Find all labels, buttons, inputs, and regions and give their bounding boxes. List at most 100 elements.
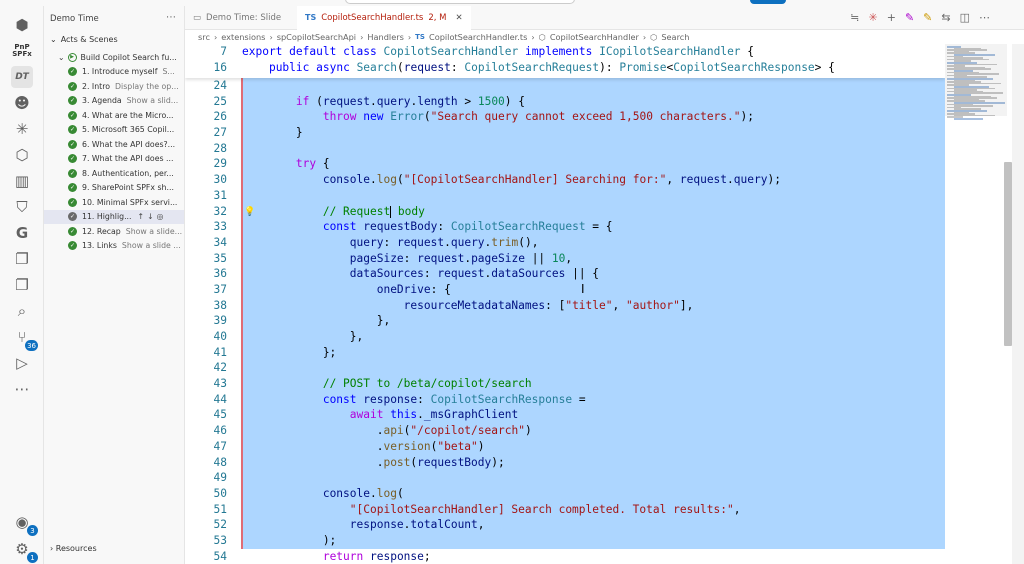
close-icon[interactable]: ✕: [456, 13, 463, 23]
manage-gear-icon[interactable]: ⚙ 1: [11, 538, 38, 563]
minimap[interactable]: [945, 44, 1007, 564]
files-icon[interactable]: ❐: [11, 248, 33, 270]
explorer-icon[interactable]: ❐: [11, 274, 33, 296]
scene-item[interactable]: ✓ 5. Microsoft 365 Copil...: [44, 123, 184, 138]
acts-scenes-section[interactable]: ⌄ Acts & Scenes: [50, 35, 118, 44]
demo-time-icon[interactable]: DT: [11, 66, 33, 88]
scene-title: 13. Links: [82, 241, 117, 251]
line-number: 29: [213, 157, 227, 171]
line-number: 7: [220, 45, 227, 58]
breadcrumb-item[interactable]: src: [198, 32, 210, 42]
update-button[interactable]: [750, 0, 786, 4]
accounts-icon[interactable]: ◉ 3: [11, 511, 38, 536]
code-line: 7 export default class CopilotSearchHandl…: [185, 44, 945, 60]
lightbulb-icon[interactable]: 💡: [244, 207, 255, 217]
line-number: 54: [213, 549, 227, 563]
sparkle-action-icon[interactable]: ✳: [869, 11, 878, 24]
minimap-viewport[interactable]: [945, 44, 1007, 116]
breadcrumb-item[interactable]: spCopilotSearchApi: [277, 32, 356, 42]
scene-title: 8. Authentication, per...: [82, 168, 174, 178]
line-number: 25: [213, 94, 227, 108]
line-number: 48: [213, 455, 227, 469]
line-number: 47: [213, 439, 227, 453]
breadcrumb-item[interactable]: Search: [661, 32, 689, 42]
tab-copilot-search-handler[interactable]: TS CopilotSearchHandler.ts 2, M ✕: [297, 6, 471, 30]
resources-section[interactable]: › Resources: [50, 544, 97, 553]
search-icon[interactable]: ⌕: [11, 300, 33, 322]
highlight-icon[interactable]: ✎: [923, 11, 932, 24]
scene-item[interactable]: ✓ 1. Introduce myself S...: [44, 65, 184, 80]
scene-item[interactable]: ✓ 2. Intro Display the op...: [44, 79, 184, 94]
scene-item[interactable]: ✓ 12. Recap Show a slide...: [44, 224, 184, 239]
more-icon[interactable]: ⋯: [11, 378, 33, 400]
check-circle-icon: ✓: [68, 81, 77, 91]
line-number: 27: [213, 126, 227, 140]
compare-icon[interactable]: ⇆: [941, 11, 950, 24]
code-line: 34 query: request.query.trim(),: [185, 234, 945, 251]
breadcrumb-item[interactable]: extensions: [221, 32, 265, 42]
sparkle-icon[interactable]: ✳: [11, 118, 33, 140]
line-text: }: [242, 126, 303, 140]
extensions-cube-icon[interactable]: ⬡: [11, 144, 33, 166]
vscode-logo-icon[interactable]: ⬢: [11, 14, 33, 36]
code-line: 45 await this._msGraphClient: [185, 407, 945, 424]
code-line: 31: [185, 187, 945, 204]
line-number: 43: [213, 377, 227, 391]
shield-icon[interactable]: ⛉: [11, 196, 33, 218]
pen-icon[interactable]: ✎: [905, 11, 914, 24]
code-editor[interactable]: 7 export default class CopilotSearchHandl…: [185, 44, 945, 564]
code-line: 41 };: [185, 344, 945, 361]
scene-item[interactable]: ✓ 6. What the API does?...: [44, 137, 184, 152]
source-control-icon[interactable]: ⑂ 36: [11, 326, 38, 351]
selection-highlight: [242, 125, 945, 141]
arrow-up-icon[interactable]: ↑: [138, 212, 148, 221]
scene-item[interactable]: ✓ 7. What the API does ...: [44, 152, 184, 167]
line-text: pageSize: request.pageSize || 10,: [349, 251, 573, 265]
code-lines: 24 25 if (request.query.length > 1500) {2…: [185, 78, 945, 564]
line-text: },: [242, 314, 391, 328]
command-center-search[interactable]: [345, 0, 575, 4]
line-text: public async Search(request: CopilotSear…: [268, 61, 835, 74]
add-icon[interactable]: +: [887, 11, 896, 24]
tab-demo-time-slide[interactable]: ▭ Demo Time: Slide: [185, 6, 289, 30]
code-line: 37 oneDrive: {: [185, 281, 945, 298]
minimap-line: [954, 118, 983, 120]
copilot-icon[interactable]: ☻: [11, 92, 33, 114]
line-number: 33: [213, 220, 227, 234]
line-text: );: [242, 533, 337, 547]
scene-item[interactable]: ✓ 9. SharePoint SPFx sh...: [44, 181, 184, 196]
scene-item[interactable]: ✓ 8. Authentication, per...: [44, 166, 184, 181]
act-item[interactable]: ⌄ ▶ Build Copilot Search fu...: [44, 50, 184, 65]
gitkraken-icon[interactable]: G: [11, 222, 33, 244]
run-debug-icon[interactable]: ▷: [11, 352, 33, 374]
chart-icon[interactable]: ▥: [11, 170, 33, 192]
arrow-down-icon[interactable]: ↓: [147, 212, 157, 221]
code-line: 25 if (request.query.length > 1500) {: [185, 93, 945, 110]
sticky-scroll: 7 export default class CopilotSearchHandl…: [185, 44, 945, 78]
code-line: 47 .version("beta"): [185, 438, 945, 455]
more-actions-icon[interactable]: ⋯: [979, 11, 990, 24]
breadcrumb-item[interactable]: CopilotSearchHandler.ts: [429, 32, 527, 42]
scene-item[interactable]: ✓ 13. Links Show a slide ...: [44, 239, 184, 254]
sidebar-more-icon[interactable]: ⋯: [166, 12, 176, 23]
pnp-spfx-icon[interactable]: PnP SPFx: [11, 40, 33, 62]
breadcrumb-item[interactable]: Handlers: [367, 32, 404, 42]
line-number: 34: [213, 235, 227, 249]
scene-item[interactable]: ✓ 4. What are the Micro...: [44, 108, 184, 123]
scene-title: 7. What the API does ...: [82, 154, 174, 164]
open-changes-icon[interactable]: ≒: [850, 11, 859, 24]
selection-highlight: [242, 470, 945, 486]
preview-icon[interactable]: ◎: [157, 212, 167, 221]
vertical-scrollbar[interactable]: [1004, 162, 1012, 346]
scene-title: 6. What the API does?...: [82, 139, 176, 149]
breadcrumb-item[interactable]: CopilotSearchHandler: [550, 32, 639, 42]
scene-item[interactable]: ✓ 10. Minimal SPFx servi...: [44, 195, 184, 210]
code-line: 33 const requestBody: CopilotSearchReque…: [185, 219, 945, 235]
line-text: try {: [295, 157, 330, 171]
check-circle-icon: ✓: [68, 125, 77, 135]
scene-description: Show a slid...: [126, 96, 179, 106]
scene-item[interactable]: ✓ 11. Highlig... ↑↓◎: [44, 209, 184, 224]
split-editor-icon[interactable]: ◫: [960, 11, 970, 24]
scene-title: 1. Introduce myself: [82, 67, 158, 77]
scene-item[interactable]: ✓ 3. Agenda Show a slid...: [44, 94, 184, 109]
